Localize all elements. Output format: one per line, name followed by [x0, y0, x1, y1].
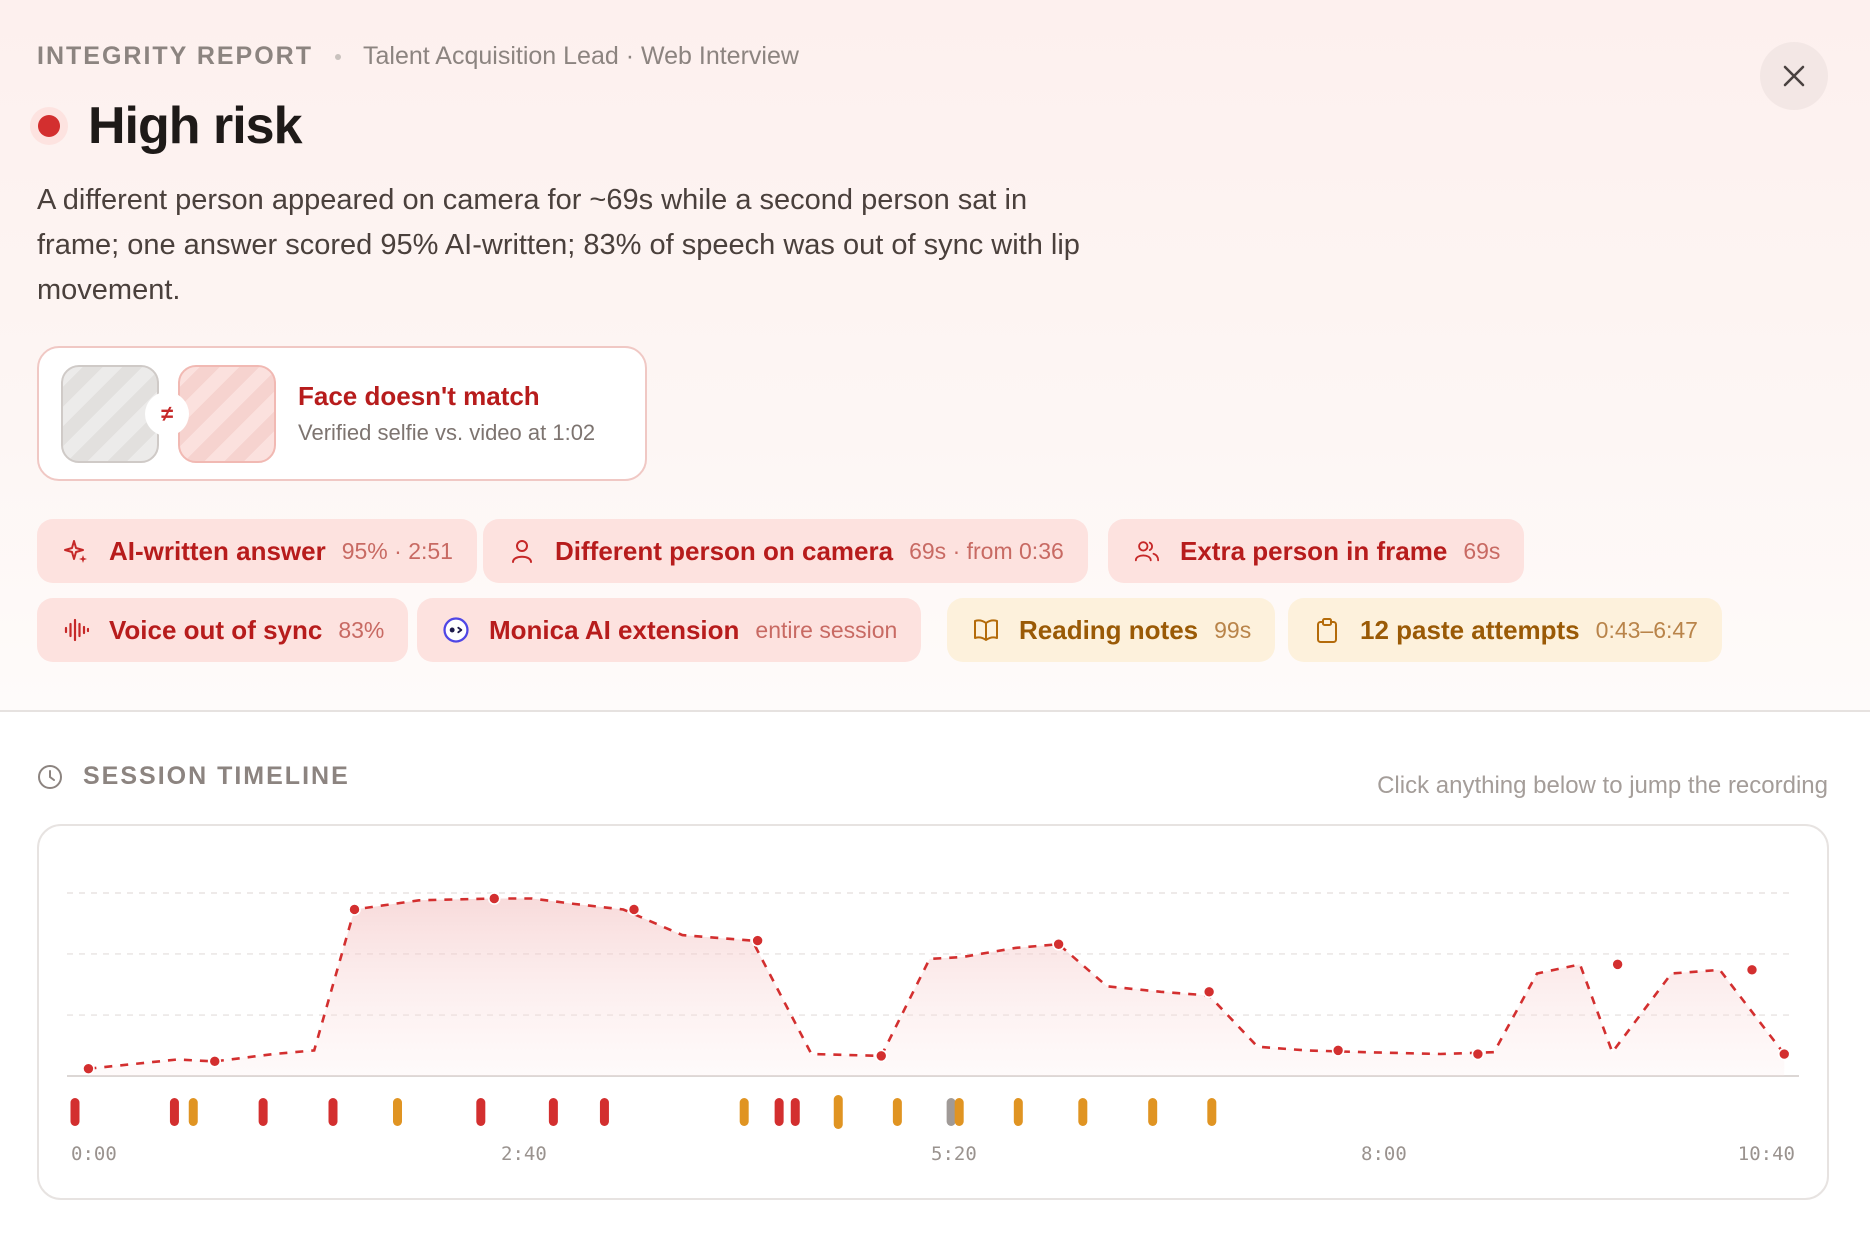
flag-voice-out-of-sync[interactable]: Voice out of sync 83% — [37, 598, 409, 662]
x-tick-label: 2:40 — [501, 1143, 547, 1165]
event-marker[interactable] — [892, 1098, 902, 1126]
flag-meta: 83% — [338, 616, 385, 643]
risk-marker[interactable] — [1745, 963, 1759, 977]
risk-marker[interactable] — [208, 1055, 222, 1068]
event-marker[interactable] — [946, 1098, 956, 1126]
event-marker[interactable] — [476, 1098, 486, 1126]
waveform-icon — [63, 617, 89, 643]
x-tick-label: 10:40 — [1738, 1143, 1795, 1165]
flag-meta: 0:43–6:47 — [1595, 616, 1698, 643]
risk-title: High risk — [88, 97, 302, 155]
flag-meta: 69s — [1463, 537, 1501, 564]
flag-meta: 69s · from 0:36 — [909, 537, 1064, 564]
monica-icon — [443, 617, 469, 643]
event-marker[interactable] — [1148, 1098, 1158, 1126]
face-comparison: ≠ — [61, 364, 276, 463]
clipboard-icon — [1314, 617, 1340, 643]
flag-reading-notes[interactable]: Reading notes 99s — [947, 598, 1276, 662]
risk-marker[interactable] — [82, 1062, 95, 1075]
event-marker[interactable] — [548, 1098, 558, 1126]
flag-paste-attempts[interactable]: 12 paste attempts 0:43–6:47 — [1288, 598, 1722, 662]
event-marker[interactable] — [70, 1098, 80, 1126]
close-icon — [1783, 65, 1805, 87]
flag-meta: 95% · 2:51 — [341, 537, 453, 564]
event-marker[interactable] — [954, 1098, 964, 1126]
flag-ai-written-answer[interactable]: AI-written answer 95% · 2:51 — [37, 519, 477, 583]
risk-marker[interactable] — [487, 892, 501, 905]
flag-different-person[interactable]: Different person on camera 69s · from 0:… — [483, 519, 1088, 583]
event-marker[interactable] — [833, 1095, 843, 1129]
risk-marker[interactable] — [1471, 1047, 1485, 1061]
event-marker[interactable] — [790, 1098, 800, 1126]
face-match-card[interactable]: ≠ Face doesn't match Verified selfie vs.… — [37, 346, 647, 481]
event-marker[interactable] — [188, 1098, 198, 1126]
report-kicker: INTEGRITY REPORT — [37, 42, 314, 70]
flag-label: AI-written answer — [109, 535, 326, 566]
event-marker[interactable] — [1207, 1098, 1217, 1126]
flag-label: Reading notes — [1019, 614, 1199, 645]
not-equal-icon: ≠ — [145, 391, 189, 436]
video-frame-thumbnail — [178, 364, 276, 463]
x-tick-label: 8:00 — [1361, 1143, 1407, 1165]
event-marker[interactable] — [328, 1098, 338, 1126]
people-icon — [1134, 538, 1160, 564]
eyebrow: INTEGRITY REPORT Talent Acquisition Lead… — [37, 42, 799, 71]
person-icon — [509, 538, 535, 564]
x-tick-label: 0:00 — [71, 1143, 117, 1165]
face-match-subtitle: Verified selfie vs. video at 1:02 — [298, 420, 596, 445]
clock-icon — [38, 764, 62, 789]
risk-marker[interactable] — [627, 903, 641, 916]
x-tick-label: 5:20 — [931, 1143, 977, 1165]
event-marker[interactable] — [599, 1098, 609, 1126]
event-marker[interactable] — [1013, 1098, 1023, 1126]
risk-marker[interactable] — [874, 1049, 888, 1063]
event-marker[interactable] — [258, 1098, 268, 1126]
risk-marker[interactable] — [1052, 937, 1065, 951]
risk-marker[interactable] — [1611, 958, 1624, 971]
event-marker[interactable] — [169, 1098, 179, 1126]
flag-label: Different person on camera — [555, 535, 894, 566]
report-context: Talent Acquisition Lead · Web Interview — [363, 42, 799, 70]
risk-level: High risk — [30, 96, 302, 156]
risk-summary: A different person appeared on camera fo… — [37, 184, 1080, 306]
timeline-title: SESSION TIMELINE — [83, 762, 350, 790]
risk-marker[interactable] — [1202, 985, 1216, 999]
sparkle-icon — [63, 538, 89, 564]
flag-extra-person[interactable]: Extra person in frame 69s — [1108, 519, 1525, 583]
flag-label: 12 paste attempts — [1360, 614, 1580, 645]
flag-label: Voice out of sync — [109, 614, 323, 645]
flag-label: Extra person in frame — [1180, 535, 1448, 566]
timeline-header: SESSION TIMELINE — [37, 762, 350, 791]
close-button[interactable] — [1760, 42, 1828, 110]
timeline-hint: Click anything below to jump the recordi… — [1377, 772, 1828, 799]
separator-dot — [335, 53, 342, 60]
risk-marker[interactable] — [348, 903, 361, 916]
risk-marker[interactable] — [1331, 1044, 1345, 1057]
event-marker[interactable] — [774, 1098, 784, 1126]
flag-monica-ai-extension[interactable]: Monica AI extension entire session — [417, 598, 922, 662]
event-marker[interactable] — [739, 1098, 749, 1126]
event-marker[interactable] — [1078, 1098, 1088, 1126]
risk-marker[interactable] — [751, 934, 764, 947]
flag-label: Monica AI extension — [489, 614, 740, 645]
timeline-svg[interactable]: 0:00 2:40 5:20 8:00 10:40 — [39, 826, 1829, 1200]
risk-marker[interactable] — [1777, 1047, 1791, 1061]
face-match-title: Face doesn't match — [298, 381, 540, 411]
report-header-panel: INTEGRITY REPORT Talent Acquisition Lead… — [0, 0, 1870, 712]
book-icon — [973, 617, 999, 643]
session-timeline-chart[interactable]: 0:00 2:40 5:20 8:00 10:40 — [37, 824, 1829, 1200]
flag-meta: entire session — [755, 616, 898, 643]
risk-status-dot — [30, 107, 68, 145]
event-marker[interactable] — [393, 1098, 402, 1126]
flag-meta: 99s — [1214, 616, 1252, 643]
